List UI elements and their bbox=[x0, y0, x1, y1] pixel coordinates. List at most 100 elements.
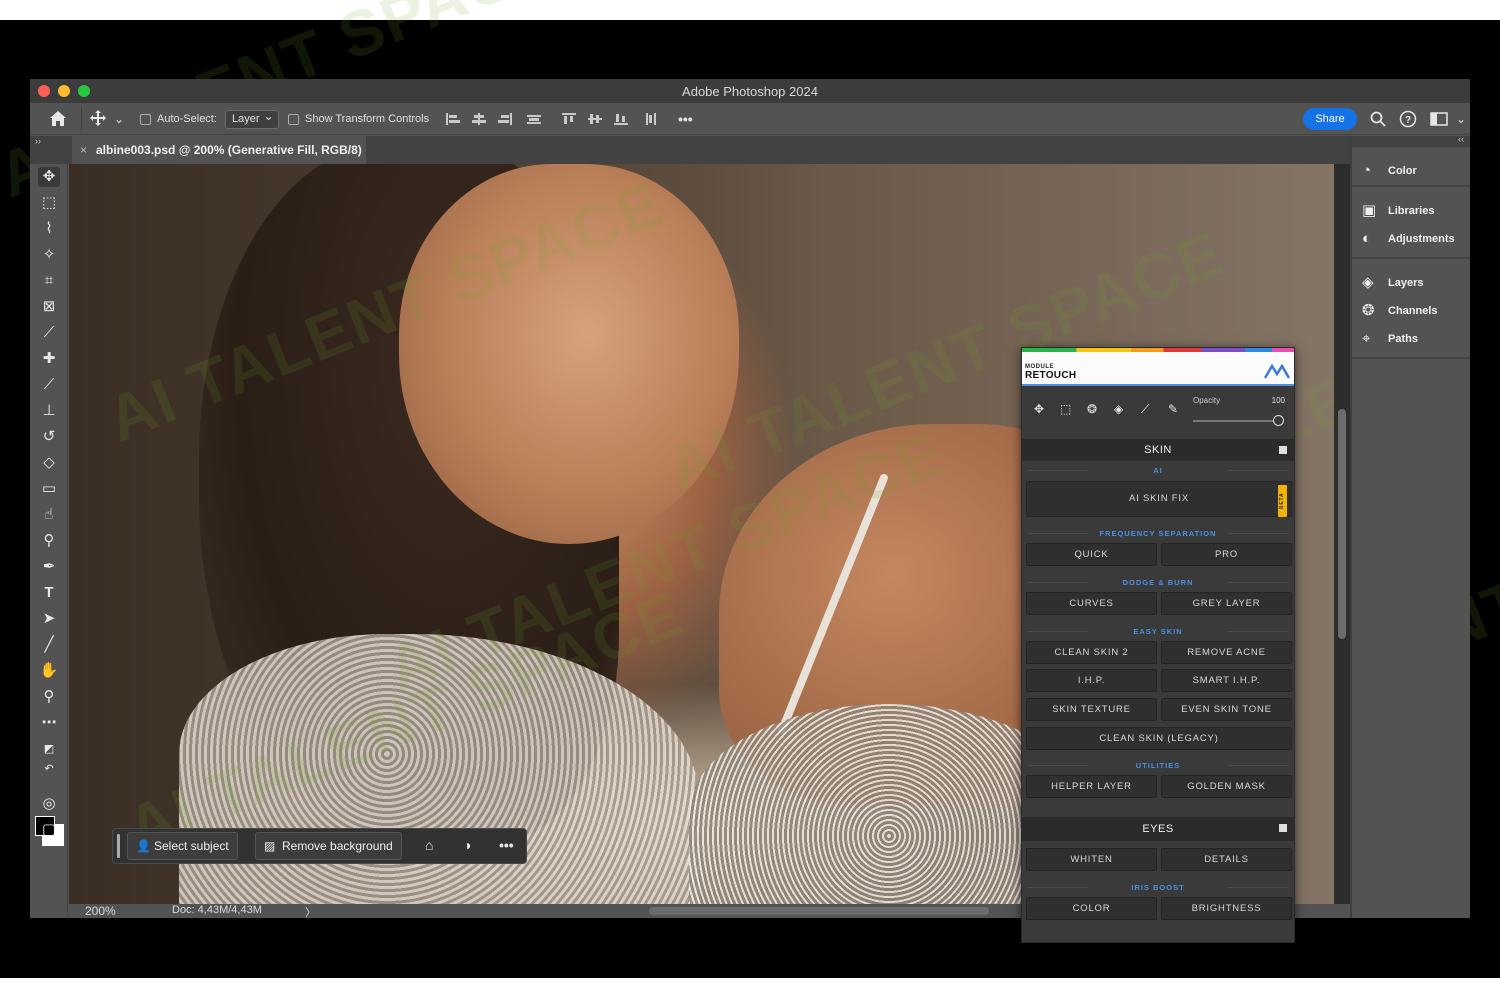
dodge-tool-icon[interactable]: ⚲ bbox=[38, 531, 60, 551]
iris-brightness-button[interactable]: BRIGHTNESS bbox=[1161, 897, 1292, 920]
gradient-tool-icon[interactable]: ▭ bbox=[38, 479, 60, 499]
path-selection-icon[interactable]: ➤ bbox=[38, 609, 60, 629]
opacity-slider[interactable] bbox=[1193, 420, 1283, 422]
brush-icon[interactable]: ⟋ bbox=[1141, 402, 1149, 417]
history-brush-icon[interactable]: ↺ bbox=[38, 427, 60, 447]
whiten-button[interactable]: WHITEN bbox=[1026, 848, 1157, 871]
curves-button[interactable]: CURVES bbox=[1026, 592, 1157, 615]
chevron-down-icon[interactable]: ⌄ bbox=[114, 109, 124, 129]
collapse-icon[interactable] bbox=[1279, 446, 1287, 454]
move-tool-icon[interactable]: ✥ bbox=[1034, 402, 1044, 416]
quick-button[interactable]: QUICK bbox=[1026, 543, 1157, 566]
more-icon[interactable]: ••• bbox=[499, 837, 514, 853]
collapse-dock-icon[interactable]: ‹‹ bbox=[1458, 134, 1464, 144]
marquee-tool-icon[interactable]: ⬚ bbox=[38, 193, 60, 213]
distribute-icon[interactable] bbox=[527, 113, 541, 125]
opacity-slider-knob[interactable] bbox=[1273, 415, 1284, 426]
iris-color-button[interactable]: COLOR bbox=[1026, 897, 1157, 920]
ai-skin-fix-button[interactable]: AI SKIN FIX BETA bbox=[1026, 481, 1292, 517]
clean-skin-legacy-button[interactable]: CLEAN SKIN (LEGACY) bbox=[1026, 727, 1292, 750]
auto-select-value[interactable]: Layer bbox=[225, 108, 279, 129]
helper-layer-button[interactable]: HELPER LAYER bbox=[1026, 775, 1157, 798]
help-icon[interactable]: ? bbox=[1399, 110, 1417, 128]
skin-texture-button[interactable]: SKIN TEXTURE bbox=[1026, 698, 1157, 721]
hand-tool-icon[interactable]: ✋ bbox=[38, 661, 60, 681]
edit-toolbar-icon[interactable]: ⋯ bbox=[38, 713, 60, 733]
status-menu-icon[interactable]: 〉 bbox=[305, 904, 316, 918]
clean-skin-2-button[interactable]: CLEAN SKIN 2 bbox=[1026, 641, 1157, 664]
quick-mask-icon[interactable]: ◎ bbox=[38, 794, 60, 814]
more-options-button[interactable]: ••• bbox=[678, 109, 693, 129]
move-tool-icon[interactable] bbox=[90, 110, 106, 126]
lasso-tool-icon[interactable]: ⌇ bbox=[38, 219, 60, 239]
select-subject-button[interactable]: 👤 Select subject bbox=[127, 832, 238, 860]
clone-stamp-icon[interactable]: ⊥ bbox=[38, 401, 60, 421]
remove-background-button[interactable]: ▨ Remove background bbox=[255, 832, 402, 860]
show-transform-checkbox[interactable]: Show Transform Controls bbox=[288, 109, 429, 129]
screen-mode-icon[interactable]: ▢ bbox=[38, 820, 60, 840]
align-middle-v-icon[interactable] bbox=[588, 113, 602, 125]
align-left-icon[interactable] bbox=[446, 113, 460, 125]
remove-acne-button[interactable]: REMOVE ACNE bbox=[1161, 641, 1292, 664]
zoom-tool-icon[interactable]: ⚲ bbox=[38, 687, 60, 707]
channels-icon[interactable]: ❂ bbox=[1087, 402, 1097, 416]
search-icon[interactable] bbox=[1370, 111, 1386, 127]
even-skin-tone-button[interactable]: EVEN SKIN TONE bbox=[1161, 698, 1292, 721]
vertical-scrollbar[interactable] bbox=[1338, 409, 1346, 639]
marquee-tool-icon[interactable]: ⬚ bbox=[1060, 402, 1071, 416]
adjustment-icon[interactable]: ◑ bbox=[463, 837, 471, 853]
align-right-icon[interactable] bbox=[498, 113, 512, 125]
pen-tool-icon[interactable]: ✒ bbox=[38, 557, 60, 577]
auto-select-dropdown[interactable]: Layer bbox=[225, 108, 279, 129]
smart-ihp-button[interactable]: SMART I.H.P. bbox=[1161, 669, 1292, 692]
type-tool-icon[interactable]: T bbox=[38, 583, 60, 603]
pro-button[interactable]: PRO bbox=[1161, 543, 1292, 566]
healing-brush-icon[interactable]: ✚ bbox=[38, 349, 60, 369]
grey-layer-button[interactable]: GREY LAYER bbox=[1161, 592, 1292, 615]
move-tool-icon[interactable]: ✥ bbox=[38, 167, 60, 187]
frame-tool-icon[interactable]: ⊠ bbox=[38, 297, 60, 317]
auto-select-checkbox[interactable]: Auto-Select: bbox=[140, 109, 217, 129]
chevron-down-icon[interactable]: ⌄ bbox=[1456, 109, 1466, 129]
skin-section-header[interactable]: SKIN bbox=[1022, 439, 1294, 461]
details-button[interactable]: DETAILS bbox=[1161, 848, 1292, 871]
libraries-panel-button[interactable]: ▣ Libraries bbox=[1362, 201, 1434, 221]
adjustments-panel-button[interactable]: ◐ Adjustments bbox=[1362, 229, 1455, 249]
transform-icon[interactable]: ⌂ bbox=[425, 837, 433, 853]
zoom-level[interactable]: 200% bbox=[85, 904, 116, 918]
eyes-section-header[interactable]: EYES bbox=[1022, 817, 1294, 841]
workspace-icon[interactable] bbox=[1430, 112, 1448, 126]
channels-panel-button[interactable]: ❂ Channels bbox=[1362, 301, 1438, 321]
align-bottom-icon[interactable] bbox=[614, 113, 628, 125]
golden-mask-button[interactable]: GOLDEN MASK bbox=[1161, 775, 1292, 798]
checkbox-box[interactable] bbox=[288, 113, 299, 125]
home-icon[interactable] bbox=[49, 110, 67, 127]
checkbox-box[interactable] bbox=[140, 113, 151, 125]
paths-panel-button[interactable]: ⌖ Paths bbox=[1362, 329, 1418, 349]
smudge-tool-icon[interactable]: ☝ bbox=[38, 505, 60, 525]
document-tab[interactable]: × albine003.psd @ 200% (Generative Fill,… bbox=[72, 136, 366, 164]
channels-icon: ❂ bbox=[1362, 302, 1375, 319]
horizontal-scrollbar[interactable] bbox=[649, 907, 989, 915]
share-button[interactable]: Share bbox=[1303, 108, 1357, 130]
drag-handle[interactable] bbox=[117, 834, 120, 858]
ihp-button[interactable]: I.H.P. bbox=[1026, 669, 1157, 692]
close-tab-icon[interactable]: × bbox=[80, 136, 87, 164]
crop-tool-icon[interactable]: ⌗ bbox=[38, 271, 60, 291]
align-center-h-icon[interactable] bbox=[472, 113, 486, 125]
layers-icon[interactable]: ◈ bbox=[1114, 402, 1123, 416]
collapse-tools-icon[interactable]: ›› bbox=[35, 136, 41, 146]
collapse-icon[interactable] bbox=[1279, 824, 1287, 832]
align-top-icon[interactable] bbox=[562, 113, 576, 125]
color-panel-button[interactable]: ◔ Color bbox=[1362, 161, 1417, 181]
eyedropper-icon[interactable]: ⟋ bbox=[38, 323, 60, 343]
magic-wand-icon[interactable]: ✧ bbox=[38, 245, 60, 265]
default-colors-icon[interactable]: ◩ ↶ bbox=[38, 739, 60, 775]
brush-tool-icon[interactable]: ⟋ bbox=[38, 375, 60, 395]
distribute-v-icon[interactable] bbox=[644, 113, 658, 125]
line-tool-icon[interactable]: ╱ bbox=[38, 635, 60, 655]
eraser-tool-icon[interactable]: ◇ bbox=[38, 453, 60, 473]
layers-panel-button[interactable]: ◈ Layers bbox=[1362, 273, 1423, 293]
eyedropper-icon[interactable]: ✎ bbox=[1168, 402, 1178, 416]
show-transform-label: Show Transform Controls bbox=[305, 113, 430, 125]
